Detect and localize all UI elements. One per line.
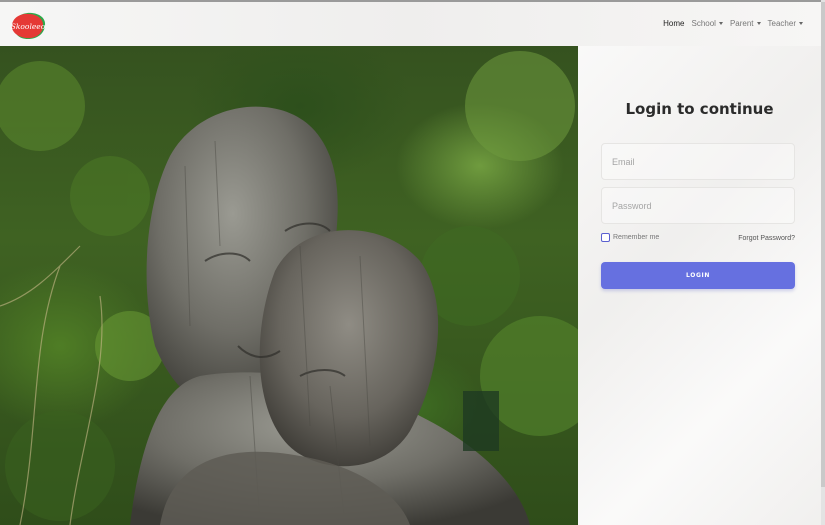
nav-home-label: Home: [663, 19, 685, 28]
login-title: Login to continue: [625, 100, 774, 118]
nav-school-dropdown[interactable]: School: [691, 19, 723, 28]
remember-me-label: Remember me: [613, 234, 660, 241]
forgot-password-link[interactable]: Forgot Password?: [738, 235, 795, 242]
caret-down-icon: [756, 22, 761, 25]
nav-teacher-label: Teacher: [767, 19, 796, 28]
skooleeo-logo[interactable]: Skooleeo: [10, 10, 48, 42]
nav-parent-dropdown[interactable]: Parent: [730, 19, 761, 28]
nav-school-label: School: [691, 19, 716, 28]
nav-parent-label: Parent: [729, 19, 754, 28]
login-panel: Login to continue Remember me Forgot Pas…: [578, 46, 821, 525]
caret-down-icon: [799, 22, 803, 25]
password-field[interactable]: [601, 187, 795, 224]
email-field[interactable]: [601, 143, 795, 180]
hero-statue-image: [0, 46, 578, 525]
svg-text:Skooleeo: Skooleeo: [11, 22, 46, 31]
login-button[interactable]: LOGIN: [601, 262, 795, 289]
remember-me[interactable]: Remember me: [601, 233, 659, 242]
top-navbar: Skooleeo Home School Parent Teacher: [0, 2, 821, 46]
page-scrollbar[interactable]: [821, 0, 825, 525]
nav-teacher-dropdown[interactable]: Teacher: [768, 19, 803, 28]
scrollbar-thumb[interactable]: [821, 2, 825, 487]
caret-down-icon: [718, 22, 723, 25]
statue-illustration: [0, 51, 578, 525]
remember-me-checkbox[interactable]: [601, 233, 610, 242]
main-nav: Home School Parent Teacher: [663, 19, 803, 28]
nav-home[interactable]: Home: [663, 19, 684, 28]
